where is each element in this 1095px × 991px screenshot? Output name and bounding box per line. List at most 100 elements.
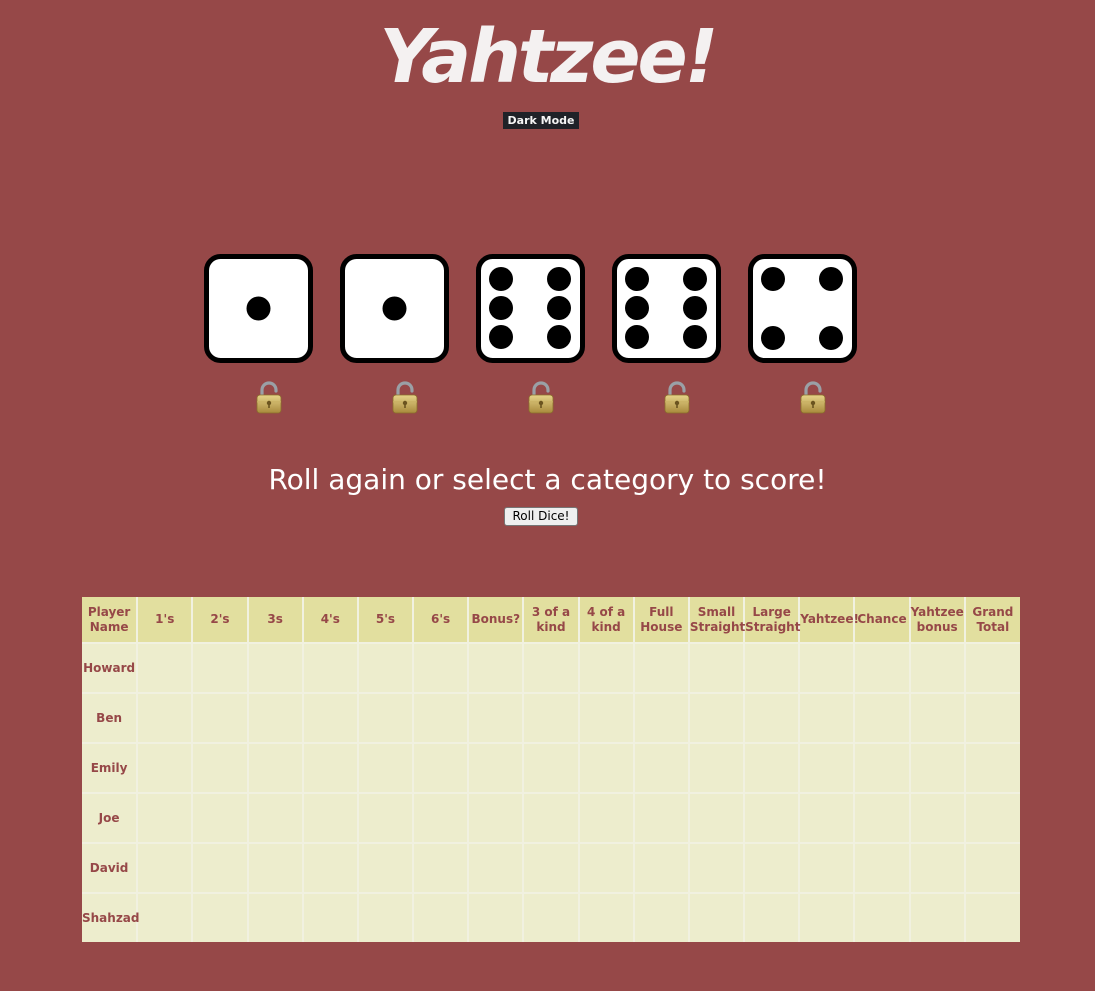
- score-cell[interactable]: [743, 742, 801, 794]
- score-cell[interactable]: [963, 692, 1020, 744]
- score-cell[interactable]: [136, 692, 194, 744]
- score-cell[interactable]: [687, 792, 746, 844]
- score-cell[interactable]: [632, 742, 690, 794]
- score-cell[interactable]: [632, 792, 690, 844]
- score-cell[interactable]: [356, 842, 415, 894]
- score-cell[interactable]: [632, 692, 690, 744]
- score-cell[interactable]: [963, 792, 1020, 844]
- score-cell[interactable]: [743, 642, 801, 694]
- score-cell[interactable]: [412, 892, 470, 942]
- score-cell[interactable]: [301, 692, 359, 744]
- score-cell[interactable]: [301, 892, 359, 942]
- score-cell[interactable]: [136, 842, 194, 894]
- score-cell[interactable]: [577, 692, 635, 744]
- score-cell[interactable]: [522, 792, 580, 844]
- score-cell[interactable]: [301, 792, 359, 844]
- score-cell[interactable]: [963, 642, 1020, 694]
- die-4[interactable]: 6: [612, 254, 721, 363]
- score-cell[interactable]: [522, 892, 580, 942]
- score-cell[interactable]: [412, 792, 470, 844]
- score-cell[interactable]: [246, 892, 304, 942]
- padlock-icon[interactable]: [389, 381, 421, 415]
- score-cell[interactable]: [632, 892, 690, 942]
- score-cell[interactable]: [191, 642, 249, 694]
- score-cell[interactable]: [301, 642, 359, 694]
- score-cell[interactable]: [853, 792, 911, 844]
- score-cell[interactable]: [908, 742, 966, 794]
- die-3[interactable]: 6: [476, 254, 585, 363]
- padlock-icon[interactable]: [253, 381, 285, 415]
- score-cell[interactable]: [412, 692, 470, 744]
- score-cell[interactable]: [136, 792, 194, 844]
- score-cell[interactable]: [467, 892, 525, 942]
- score-cell[interactable]: [191, 692, 249, 744]
- score-cell[interactable]: [191, 842, 249, 894]
- score-cell[interactable]: [356, 692, 415, 744]
- score-cell[interactable]: [301, 742, 359, 794]
- score-cell[interactable]: [743, 892, 801, 942]
- score-cell[interactable]: [356, 792, 415, 844]
- score-cell[interactable]: [522, 692, 580, 744]
- score-cell[interactable]: [246, 742, 304, 794]
- score-cell[interactable]: [522, 742, 580, 794]
- score-cell[interactable]: [853, 692, 911, 744]
- die-1[interactable]: 1: [204, 254, 313, 363]
- score-cell[interactable]: [246, 642, 304, 694]
- score-cell[interactable]: [853, 892, 911, 942]
- score-cell[interactable]: [246, 842, 304, 894]
- score-cell[interactable]: [356, 642, 415, 694]
- score-cell[interactable]: [687, 742, 746, 794]
- score-cell[interactable]: [467, 742, 525, 794]
- die-5[interactable]: 4: [748, 254, 857, 363]
- score-cell[interactable]: [908, 792, 966, 844]
- score-cell[interactable]: [798, 792, 856, 844]
- score-cell[interactable]: [412, 642, 470, 694]
- padlock-icon[interactable]: [797, 381, 829, 415]
- score-cell[interactable]: [412, 842, 470, 894]
- score-cell[interactable]: [191, 742, 249, 794]
- score-cell[interactable]: [577, 892, 635, 942]
- score-cell[interactable]: [908, 892, 966, 942]
- score-cell[interactable]: [301, 842, 359, 894]
- score-cell[interactable]: [632, 642, 690, 694]
- score-cell[interactable]: [743, 792, 801, 844]
- padlock-icon[interactable]: [525, 381, 557, 415]
- score-cell[interactable]: [356, 892, 415, 942]
- score-cell[interactable]: [246, 792, 304, 844]
- score-cell[interactable]: [577, 742, 635, 794]
- score-cell[interactable]: [687, 842, 746, 894]
- score-cell[interactable]: [743, 842, 801, 894]
- score-cell[interactable]: [963, 892, 1020, 942]
- score-cell[interactable]: [853, 742, 911, 794]
- score-cell[interactable]: [136, 892, 194, 942]
- score-cell[interactable]: [963, 842, 1020, 894]
- padlock-icon[interactable]: [661, 381, 693, 415]
- score-cell[interactable]: [522, 842, 580, 894]
- score-cell[interactable]: [136, 642, 194, 694]
- score-cell[interactable]: [632, 842, 690, 894]
- score-cell[interactable]: [356, 742, 415, 794]
- score-cell[interactable]: [467, 692, 525, 744]
- score-cell[interactable]: [908, 842, 966, 894]
- score-cell[interactable]: [191, 792, 249, 844]
- score-cell[interactable]: [522, 642, 580, 694]
- score-cell[interactable]: [687, 892, 746, 942]
- score-cell[interactable]: [191, 892, 249, 942]
- score-cell[interactable]: [467, 842, 525, 894]
- score-cell[interactable]: [908, 692, 966, 744]
- score-cell[interactable]: [412, 742, 470, 794]
- score-cell[interactable]: [798, 742, 856, 794]
- score-cell[interactable]: [577, 792, 635, 844]
- score-cell[interactable]: [743, 692, 801, 744]
- score-cell[interactable]: [798, 842, 856, 894]
- dark-mode-button[interactable]: Dark Mode: [503, 112, 579, 129]
- score-cell[interactable]: [577, 642, 635, 694]
- roll-dice-button[interactable]: Roll Dice!: [504, 507, 578, 526]
- score-cell[interactable]: [136, 742, 194, 794]
- score-cell[interactable]: [908, 642, 966, 694]
- score-cell[interactable]: [963, 742, 1020, 794]
- score-cell[interactable]: [798, 642, 856, 694]
- score-cell[interactable]: [467, 642, 525, 694]
- score-cell[interactable]: [853, 642, 911, 694]
- score-cell[interactable]: [687, 692, 746, 744]
